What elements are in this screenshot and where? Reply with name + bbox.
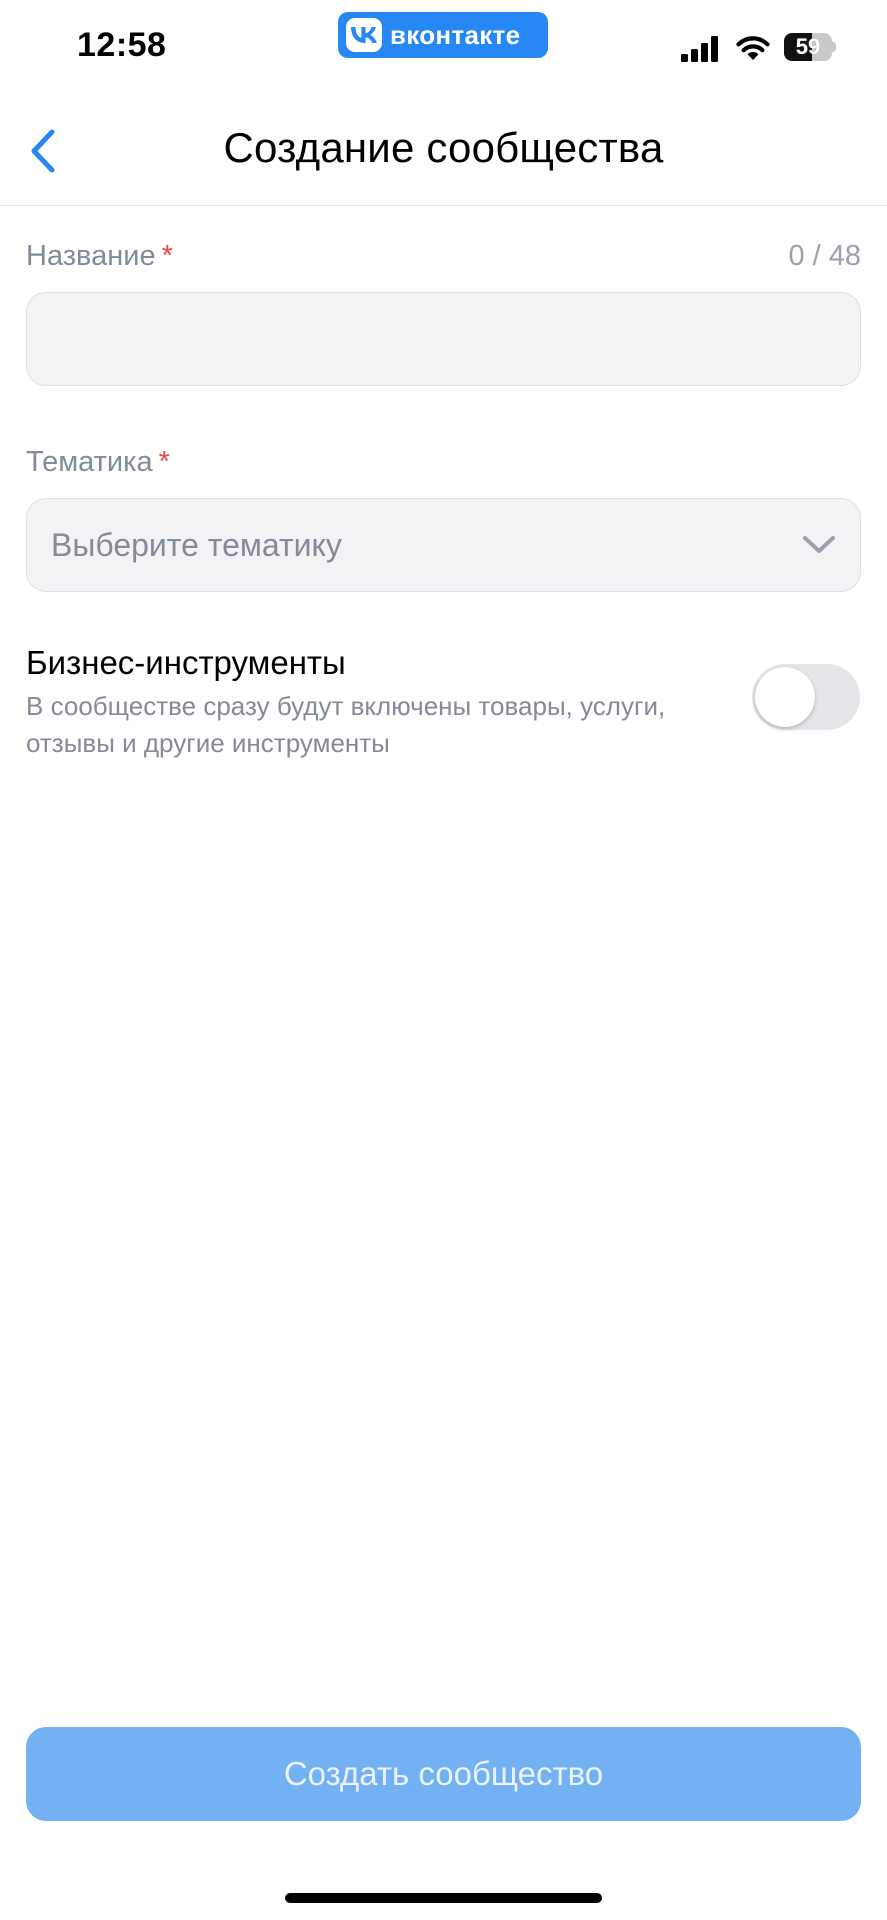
- char-counter: 0 / 48: [788, 240, 861, 272]
- name-label: Название *: [26, 240, 173, 273]
- chevron-down-icon: [803, 536, 835, 553]
- page-title: Создание сообщества: [223, 124, 664, 171]
- home-indicator: [285, 1893, 602, 1903]
- topic-label: Тематика *: [26, 446, 170, 479]
- required-mark: *: [161, 240, 173, 272]
- create-community-button[interactable]: Создать сообщество: [26, 1727, 861, 1821]
- name-input[interactable]: [26, 292, 861, 386]
- wifi-icon: [736, 36, 770, 60]
- business-tools-toggle[interactable]: [752, 664, 860, 730]
- back-button[interactable]: [18, 120, 68, 182]
- toggle-knob: [755, 667, 815, 727]
- required-mark: *: [158, 446, 170, 478]
- business-tools-title: Бизнес-инструменты: [26, 644, 346, 681]
- signal-icon: [681, 36, 718, 62]
- status-time: 12:58: [77, 26, 167, 64]
- header-divider: [0, 205, 887, 206]
- vk-app-badge-label: вконтакте: [390, 19, 521, 50]
- battery-icon: 59: [784, 33, 836, 61]
- battery-percent: 59: [795, 34, 821, 59]
- vk-logo-icon: [346, 18, 382, 52]
- name-label-text: Название: [26, 240, 156, 272]
- topic-select-placeholder: Выберите тематику: [51, 526, 342, 563]
- vk-app-badge[interactable]: вконтакте: [338, 12, 548, 58]
- chevron-left-icon: [31, 129, 55, 173]
- business-tools-description: В сообществе сразу будут включены товары…: [26, 691, 666, 758]
- screen: 12:58 вконтакте 59 Создание сообщества Н…: [0, 0, 887, 1920]
- topic-select[interactable]: Выберите тематику: [26, 498, 861, 592]
- topic-label-text: Тематика: [26, 446, 153, 478]
